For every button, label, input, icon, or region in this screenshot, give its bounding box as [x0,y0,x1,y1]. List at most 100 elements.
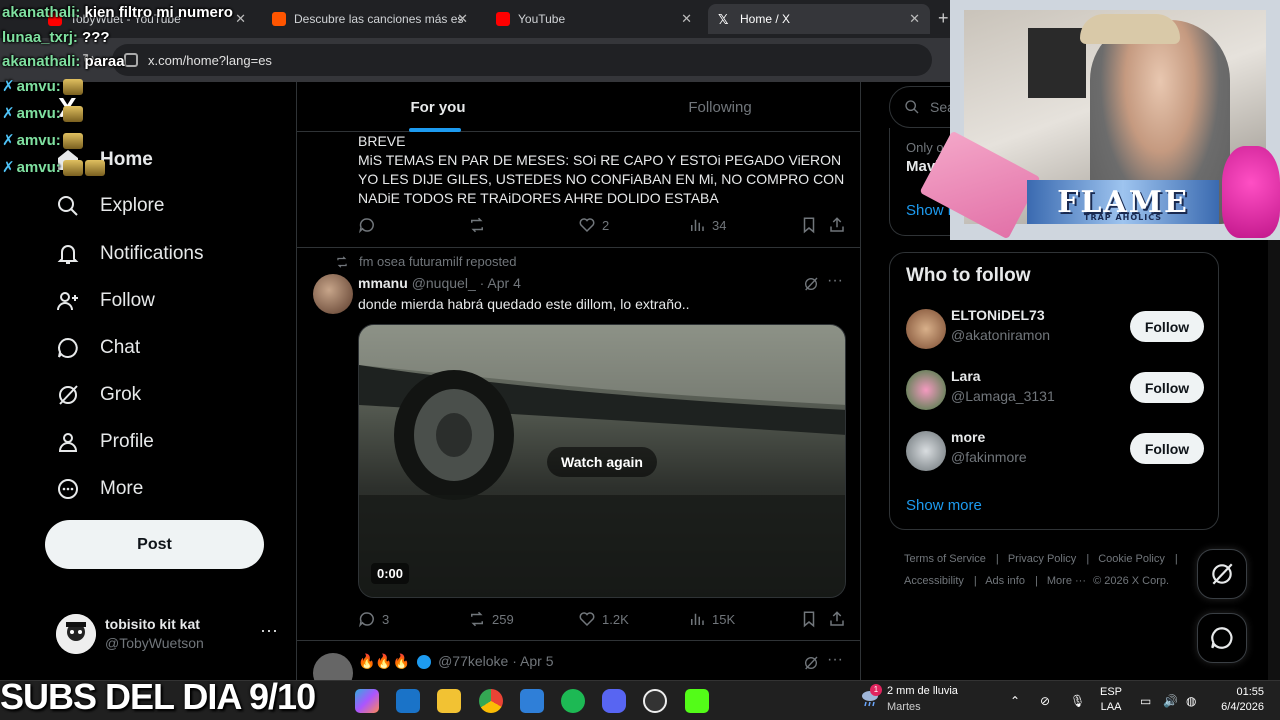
account-more-icon[interactable]: ··· [260,620,278,641]
controller-icon[interactable]: ◍ [1186,694,1196,708]
chat-user: akanathali: [2,4,81,21]
avatar[interactable] [313,653,353,680]
like-button[interactable]: 1.2K [578,610,629,628]
nav-item-follow[interactable]: Follow [56,281,155,321]
footer-link[interactable]: More ··· [1047,575,1086,587]
nav-item-chat[interactable]: Chat [56,328,140,368]
spotify-icon[interactable] [561,689,585,713]
copilot-icon[interactable] [355,689,379,713]
emote-icon [62,106,83,123]
close-tab-icon[interactable]: ✕ [457,11,468,27]
nav-item-explore[interactable]: Explore [56,186,164,226]
grok-icon[interactable] [803,276,819,297]
author-handle[interactable]: @77keloke [438,653,508,669]
chat-user: amvu: [16,105,61,122]
close-tab-icon[interactable]: ✕ [681,11,692,27]
bookmark-button[interactable] [800,610,824,628]
avatar[interactable] [313,274,353,314]
footer-link[interactable]: Cookie Policy [1098,553,1165,565]
tab-for-you[interactable]: For you [297,82,579,132]
chat-text: paraa [84,53,125,70]
reply-button[interactable] [358,216,382,234]
tweet[interactable]: fm osea futuramilf reposted mmanu @nuque… [297,248,860,641]
tweet[interactable]: BREVE MiS TEMAS EN PAR DE MESES: SOi RE … [297,132,860,248]
nav-label: Notifications [100,243,204,264]
x-favicon-icon: 𝕏 [718,12,729,27]
show-more-link[interactable]: Show more [906,497,982,514]
grok-icon[interactable] [803,655,819,676]
bookmark-icon [803,217,815,234]
follow-button[interactable]: Follow [1130,311,1204,342]
tray-chevron-up-icon[interactable]: ⌃ [1010,694,1020,708]
chat-user: amvu: [16,78,61,95]
chat-user: amvu: [16,159,61,176]
repost-button[interactable]: 259 [468,610,514,628]
close-tab-icon[interactable]: ✕ [909,11,920,27]
views-button[interactable]: 15K [688,610,735,628]
tweet[interactable]: 🔥🔥🔥 @77keloke · Apr 5 ··· [297,641,860,680]
like-count: 1.2K [602,611,629,627]
tab-following[interactable]: Following [579,82,860,132]
volume-icon[interactable]: 🔊 [1163,694,1178,708]
bell-icon [56,242,80,266]
network-off-icon[interactable]: ⊘ [1040,694,1050,708]
footer-link[interactable]: Ads info [985,575,1025,587]
microphone-icon[interactable]: 🎙 [1070,694,1085,708]
tweet-header: mmanu @nuquel_ · Apr 4 [358,275,521,291]
nav-item-grok[interactable]: Grok [56,375,141,415]
taskbar-clock[interactable]: 01:55 6/4/2026 [1210,685,1264,715]
more-circle-icon [56,477,80,501]
chrome-icon[interactable] [479,689,503,713]
tweet-date[interactable]: · Apr 5 [512,653,553,669]
follow-suggestion[interactable]: more @fakinmore Follow [890,421,1220,482]
browser-tab-youtube-2[interactable]: YouTube ✕ [486,4,702,34]
like-button[interactable]: 2 [578,216,609,234]
nav-label: Profile [100,431,154,452]
footer-link[interactable]: Privacy Policy [1008,553,1076,565]
follow-suggestion[interactable]: ELTONiDEL73 @akatoniramon Follow [890,299,1220,360]
reply-button[interactable]: 3 [358,610,389,628]
language-indicator[interactable]: ESP LAA [1100,685,1122,715]
tweet-more-icon[interactable]: ··· [827,272,843,290]
messages-fab-button[interactable] [1197,613,1247,663]
tweet-date[interactable]: · Apr 4 [480,275,521,291]
tweet-actions: 3 259 1.2K 15K [358,610,848,630]
bookmark-button[interactable] [800,216,824,234]
follow-suggestion[interactable]: Lara @Lamaga_3131 Follow [890,360,1220,421]
streamer-cap [1080,14,1180,44]
account-switcher[interactable]: tobisito kit kat @TobyWuetson ··· [56,610,286,658]
nav-item-notifications[interactable]: Notifications [56,234,204,274]
grok-fab-button[interactable] [1197,549,1247,599]
kick-icon[interactable] [685,689,709,713]
watch-again-button[interactable]: Watch again [547,447,657,477]
footer-link[interactable]: Accessibility [904,575,964,587]
repost-button[interactable] [468,216,492,234]
chat-message: ✗ amvu: [2,131,83,150]
discord-icon[interactable] [602,689,626,713]
browser-tab-x-home[interactable]: 𝕏 Home / X ✕ [708,4,930,34]
obs-icon[interactable] [643,689,667,713]
share-button[interactable] [828,610,852,628]
nav-item-more[interactable]: More [56,469,143,509]
post-button[interactable]: Post [45,520,264,569]
author-handle[interactable]: @nuquel_ [412,275,476,291]
author-name[interactable]: mmanu [358,275,408,291]
feed-tabs: For you Following [297,82,860,132]
footer-link[interactable]: Terms of Service [904,553,986,565]
share-button[interactable] [828,216,852,234]
follow-button[interactable]: Follow [1130,433,1204,464]
tweet-more-icon[interactable]: ··· [827,651,843,669]
nav-item-profile[interactable]: Profile [56,422,154,462]
chat-message: ✗ amvu: [2,104,83,123]
views-button[interactable]: 34 [688,216,726,234]
store-icon[interactable] [520,689,544,713]
follow-button[interactable]: Follow [1130,372,1204,403]
file-explorer-icon[interactable] [437,689,461,713]
outlook-icon[interactable] [396,689,420,713]
display-icon[interactable]: ▭ [1140,694,1151,708]
author-name[interactable]: 🔥🔥🔥 [358,653,410,669]
video-player[interactable]: Watch again 0:00 [358,324,846,598]
new-tab-icon[interactable]: + [938,8,949,29]
who-to-follow-panel: Who to follow ELTONiDEL73 @akatoniramon … [889,252,1219,530]
account-handle: @TobyWuetson [105,635,204,651]
